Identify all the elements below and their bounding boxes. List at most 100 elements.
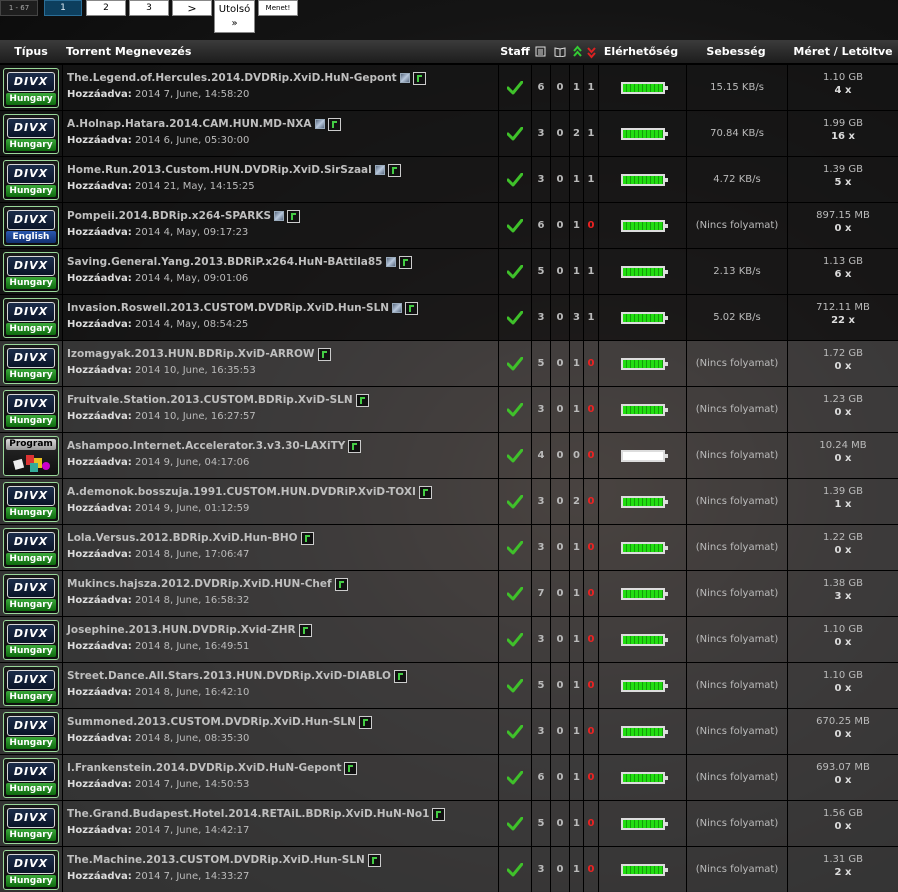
info-icon[interactable]	[300, 531, 314, 545]
info-icon[interactable]	[393, 669, 407, 683]
category-badge-divx[interactable]: DIVX English	[3, 205, 59, 246]
stat-3[interactable]: 1	[569, 157, 583, 202]
torrent-name-link[interactable]: Mukincs.hajsza.2012.DVDRip.XviD.HUN-Chef	[67, 578, 332, 590]
torrent-name-link[interactable]: Saving.General.Yang.2013.BDRiP.x264.HuN-…	[67, 256, 383, 268]
category-badge-divx[interactable]: DIVX Hungary	[3, 113, 59, 154]
torrent-name-link[interactable]: Invasion.Roswell.2013.CUSTOM.DVDRip.XviD…	[67, 302, 389, 314]
header-availability[interactable]: Elérhetőség	[598, 40, 684, 63]
category-badge-divx[interactable]: DIVX Hungary	[3, 803, 59, 844]
info-icon[interactable]	[412, 71, 426, 85]
page-2-button[interactable]: 2	[86, 0, 126, 16]
stat-4[interactable]: 0	[583, 479, 598, 524]
info-icon[interactable]	[405, 301, 419, 315]
stat-4[interactable]: 0	[583, 433, 598, 478]
stat-4[interactable]: 1	[583, 65, 598, 110]
stat-3[interactable]: 1	[569, 801, 583, 846]
stat-4[interactable]: 0	[583, 387, 598, 432]
category-badge-divx[interactable]: DIVX Hungary	[3, 251, 59, 292]
torrent-name-link[interactable]: Fruitvale.Station.2013.CUSTOM.BDRip.XviD…	[67, 394, 353, 406]
torrent-name-link[interactable]: The.Grand.Budapest.Hotel.2014.RETAiL.BDR…	[67, 808, 429, 820]
stat-4[interactable]: 1	[583, 249, 598, 294]
info-icon[interactable]	[317, 347, 331, 361]
torrent-name-link[interactable]: Home.Run.2013.Custom.HUN.DVDRip.XviD.Sir…	[67, 164, 372, 176]
torrent-name-link[interactable]: Izomagyak.2013.HUN.BDRip.XviD-ARROW	[67, 348, 315, 360]
stat-4[interactable]: 1	[583, 111, 598, 156]
stat-4[interactable]: 0	[583, 203, 598, 248]
page-3-button[interactable]: 3	[129, 0, 169, 16]
stat-3[interactable]: 3	[569, 295, 583, 340]
stat-3[interactable]: 1	[569, 663, 583, 708]
stat-3[interactable]: 2	[569, 479, 583, 524]
category-badge-divx[interactable]: DIVX Hungary	[3, 711, 59, 752]
category-badge-divx[interactable]: DIVX Hungary	[3, 665, 59, 706]
info-icon[interactable]	[344, 761, 358, 775]
torrent-name-link[interactable]: I.Frankenstein.2014.DVDRip.XviD.HuN-Gepo…	[67, 762, 341, 774]
header-speed[interactable]: Sebesség	[686, 40, 786, 63]
leechers-arrow-icon[interactable]	[584, 40, 598, 63]
go-button[interactable]: Menet!	[258, 0, 298, 16]
torrent-name-link[interactable]: Ashampoo.Internet.Accelerator.3.v3.30-LA…	[67, 440, 345, 452]
category-badge-divx[interactable]: DIVX Hungary	[3, 757, 59, 798]
category-badge-divx[interactable]: DIVX Hungary	[3, 527, 59, 568]
stat-4[interactable]: 1	[583, 157, 598, 202]
info-icon[interactable]	[355, 393, 369, 407]
category-badge-divx[interactable]: DIVX Hungary	[3, 159, 59, 200]
stat-3[interactable]: 1	[569, 387, 583, 432]
category-badge-program[interactable]: Program	[3, 435, 59, 476]
stat-4[interactable]: 0	[583, 709, 598, 754]
info-icon[interactable]	[432, 807, 446, 821]
stat-3[interactable]: 2	[569, 111, 583, 156]
header-name[interactable]: Torrent Megnevezés	[66, 40, 191, 63]
category-badge-divx[interactable]: DIVX Hungary	[3, 849, 59, 890]
book-icon[interactable]	[550, 40, 569, 63]
page-1-button[interactable]: 1	[44, 0, 82, 16]
category-badge-divx[interactable]: DIVX Hungary	[3, 389, 59, 430]
stat-3[interactable]: 1	[569, 249, 583, 294]
category-badge-divx[interactable]: DIVX Hungary	[3, 619, 59, 660]
info-icon[interactable]	[334, 577, 348, 591]
last-page-button[interactable]: Utolsó »	[214, 0, 255, 33]
torrent-name-link[interactable]: Josephine.2013.HUN.DVDRip.Xvid-ZHR	[67, 624, 296, 636]
stat-3[interactable]: 1	[569, 203, 583, 248]
header-type[interactable]: Típus	[0, 40, 62, 63]
info-icon[interactable]	[298, 623, 312, 637]
category-badge-divx[interactable]: DIVX Hungary	[3, 67, 59, 108]
info-icon[interactable]	[348, 439, 362, 453]
info-icon[interactable]	[418, 485, 432, 499]
stat-3[interactable]: 1	[569, 847, 583, 892]
header-size[interactable]: Méret / Letöltve	[788, 40, 898, 63]
category-badge-divx[interactable]: DIVX Hungary	[3, 573, 59, 614]
stat-3[interactable]: 1	[569, 65, 583, 110]
torrent-name-link[interactable]: The.Machine.2013.CUSTOM.DVDRip.XviD.Hun-…	[67, 854, 365, 866]
stat-4[interactable]: 1	[583, 295, 598, 340]
stat-3[interactable]: 1	[569, 755, 583, 800]
stat-4[interactable]: 0	[583, 525, 598, 570]
torrent-name-link[interactable]: The.Legend.of.Hercules.2014.DVDRip.XviD.…	[67, 72, 397, 84]
stat-4[interactable]: 0	[583, 571, 598, 616]
category-badge-divx[interactable]: DIVX Hungary	[3, 343, 59, 384]
stat-3[interactable]: 1	[569, 571, 583, 616]
seeders-arrow-icon[interactable]	[570, 40, 584, 63]
torrent-name-link[interactable]: Street.Dance.All.Stars.2013.HUN.DVDRip.X…	[67, 670, 391, 682]
stat-4[interactable]: 0	[583, 617, 598, 662]
category-badge-divx[interactable]: DIVX Hungary	[3, 297, 59, 338]
stat-3[interactable]: 1	[569, 525, 583, 570]
stat-3[interactable]: 1	[569, 617, 583, 662]
stat-3[interactable]: 0	[569, 433, 583, 478]
stat-4[interactable]: 0	[583, 341, 598, 386]
torrent-name-link[interactable]: Pompeii.2014.BDRip.x264-SPARKS	[67, 210, 271, 222]
stat-4[interactable]: 0	[583, 847, 598, 892]
stat-4[interactable]: 0	[583, 801, 598, 846]
stat-3[interactable]: 1	[569, 341, 583, 386]
stat-3[interactable]: 1	[569, 709, 583, 754]
info-icon[interactable]	[327, 117, 341, 131]
category-badge-divx[interactable]: DIVX Hungary	[3, 481, 59, 522]
comments-icon[interactable]	[531, 40, 550, 63]
torrent-name-link[interactable]: Lola.Versus.2012.BDRip.XviD.Hun-BHO	[67, 532, 298, 544]
next-page-button[interactable]: >	[172, 0, 212, 16]
stat-4[interactable]: 0	[583, 663, 598, 708]
info-icon[interactable]	[358, 715, 372, 729]
torrent-name-link[interactable]: Summoned.2013.CUSTOM.DVDRip.XviD.Hun-SLN	[67, 716, 356, 728]
info-icon[interactable]	[367, 853, 381, 867]
info-icon[interactable]	[398, 255, 412, 269]
